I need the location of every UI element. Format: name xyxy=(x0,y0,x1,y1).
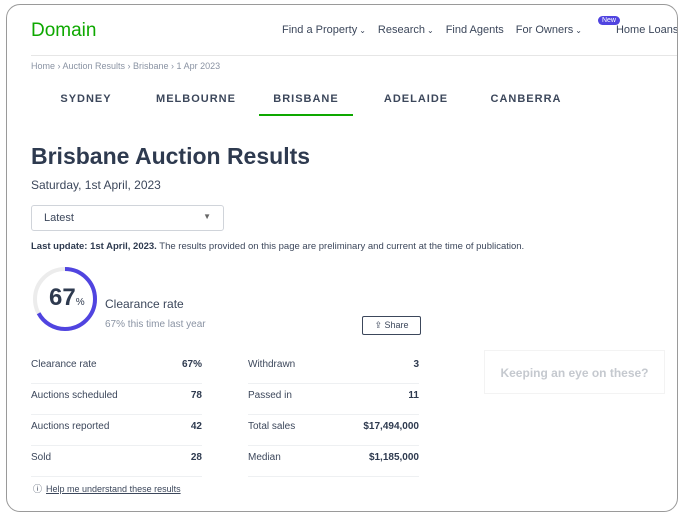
tab-adelaide[interactable]: ADELAIDE xyxy=(361,87,471,116)
last-update-date: Last update: 1st April, 2023. xyxy=(31,241,157,252)
help-text: Help me understand these results xyxy=(46,484,181,494)
stat-label: Total sales xyxy=(248,421,296,432)
share-button[interactable]: ⇪ Share xyxy=(362,316,421,335)
stat-row: Clearance rate 67% xyxy=(31,353,202,384)
nav-label: For Owners xyxy=(515,24,574,36)
stat-row: Auctions reported 42 xyxy=(31,415,202,446)
date-select[interactable]: Latest ▼ xyxy=(31,205,224,231)
stat-value: 3 xyxy=(413,359,419,370)
tab-canberra[interactable]: CANBERRA xyxy=(471,87,581,116)
stat-value: 78 xyxy=(190,390,202,401)
stats-right: Withdrawn 3 Passed in 11 Total sales $17,49… xyxy=(248,353,419,477)
stat-label: Withdrawn xyxy=(248,359,296,370)
main-nav: Find a Property ⌄ Research ⌄ Find Agents F… xyxy=(282,16,678,36)
nav-find-agents[interactable]: Find Agents xyxy=(446,24,504,36)
clearance-label: Clearance rate xyxy=(105,297,184,311)
caret-down-icon: ▼ xyxy=(203,212,211,221)
share-label: Share xyxy=(384,320,409,330)
stat-value: 11 xyxy=(408,390,419,401)
results-date: Saturday, 1st April, 2023 xyxy=(31,178,161,192)
nav-label: Find Agents xyxy=(445,24,504,36)
help-link[interactable]: ⓘ Help me understand these results xyxy=(33,482,181,495)
stat-label: Median xyxy=(248,452,281,463)
stat-label: Auctions scheduled xyxy=(31,390,118,401)
stat-value: 67% xyxy=(181,359,202,370)
last-year-text: 67% this time last year xyxy=(105,319,206,330)
nav-label: Home Loans xyxy=(615,24,678,36)
stat-row: Total sales $17,494,000 xyxy=(248,415,419,446)
page-title: Brisbane Auction Results xyxy=(31,143,311,169)
gauge-value: 67% xyxy=(49,284,85,312)
stat-label: Passed in xyxy=(248,390,292,401)
stat-value: $1,185,000 xyxy=(368,452,419,463)
chevron-down-icon: ⌄ xyxy=(426,26,434,35)
stats-left: Clearance rate 67% Auctions scheduled 78 A… xyxy=(31,353,202,477)
nav-home-loans[interactable]: NewHome Loans⌄ xyxy=(594,16,678,36)
stat-row: Median $1,185,000 xyxy=(248,446,419,477)
stat-row: Auctions scheduled 78 xyxy=(31,384,202,415)
nav-label: Research xyxy=(377,24,425,36)
nav-label: Find a Property xyxy=(282,24,358,36)
tab-sydney[interactable]: SYDNEY xyxy=(31,87,141,116)
stat-label: Clearance rate xyxy=(31,359,97,370)
last-update-note: Last update: 1st April, 2023. The result… xyxy=(31,241,524,252)
breadcrumb[interactable]: Home › Auction Results › Brisbane › 1 Ap… xyxy=(31,61,220,71)
divider xyxy=(31,55,677,56)
browser-window: Domain Find a Property ⌄ Research ⌄ Find A… xyxy=(6,4,678,512)
domain-logo[interactable]: Domain xyxy=(31,20,96,42)
update-text: The results provided on this page are pr… xyxy=(156,241,525,252)
nav-find-a-property[interactable]: Find a Property ⌄ xyxy=(282,24,366,36)
nav-research[interactable]: Research ⌄ xyxy=(378,24,434,36)
stat-value: 42 xyxy=(190,421,202,432)
stat-value: 28 xyxy=(190,452,202,463)
stat-row: Withdrawn 3 xyxy=(248,353,419,384)
chevron-down-icon: ⌄ xyxy=(359,26,366,35)
gauge-unit: % xyxy=(75,297,85,308)
stat-value: $17,494,000 xyxy=(363,421,419,432)
chevron-down-icon: ⌄ xyxy=(575,26,582,35)
keeping-an-eye-card: Keeping an eye on these? xyxy=(484,350,665,394)
stat-row: Passed in 11 xyxy=(248,384,419,415)
tab-melbourne[interactable]: MELBOURNE xyxy=(141,87,251,116)
select-value: Latest xyxy=(44,212,74,224)
nav-for-owners[interactable]: For Owners ⌄ xyxy=(516,24,582,36)
stat-label: Auctions reported xyxy=(31,421,110,432)
tab-brisbane[interactable]: BRISBANE xyxy=(259,87,353,116)
share-icon: ⇪ xyxy=(374,320,382,330)
city-tabs: SYDNEY MELBOURNE BRISBANE ADELAIDE CANBE… xyxy=(31,87,581,116)
gauge-number: 67 xyxy=(49,284,76,311)
stat-label: Sold xyxy=(31,452,52,463)
info-icon: ⓘ xyxy=(33,484,43,494)
stat-row: Sold 28 xyxy=(31,446,202,477)
